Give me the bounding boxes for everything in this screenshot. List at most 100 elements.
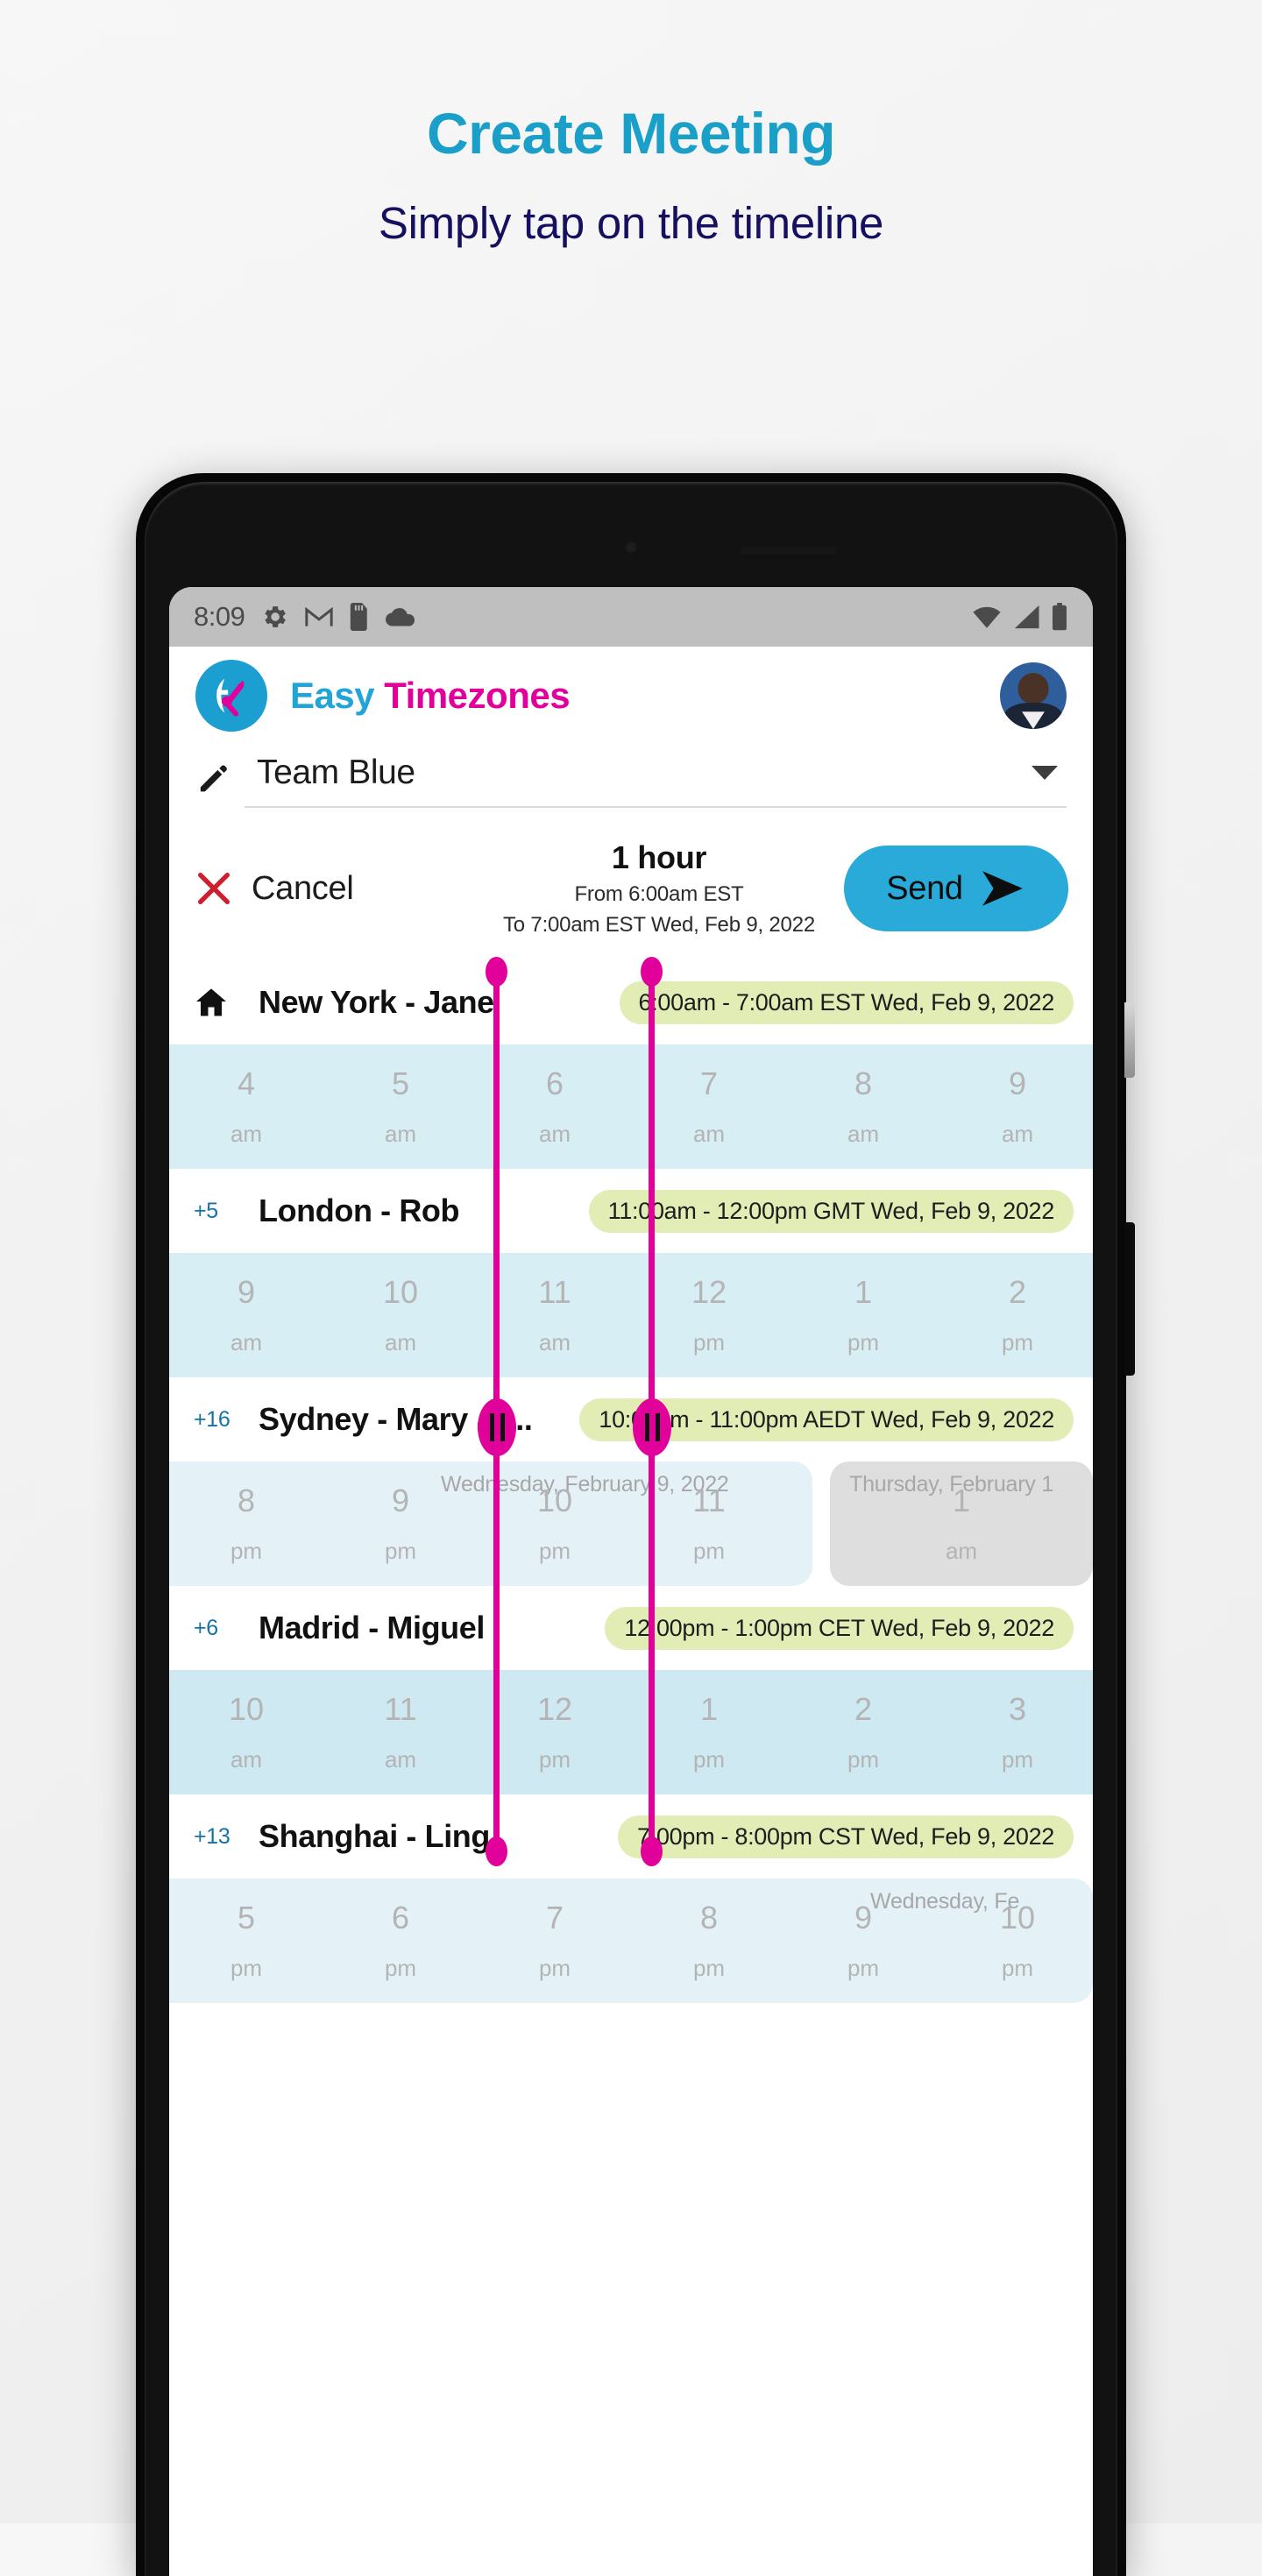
hour-cell[interactable]: 10 pm bbox=[478, 1461, 632, 1586]
hour-cell[interactable]: 12 pm bbox=[478, 1670, 632, 1794]
hours-row[interactable]: 9 am 10 am 11 am 12 pm 1 pm 2 pm bbox=[169, 1253, 1093, 1377]
brand-title: Easy Timezones bbox=[290, 675, 571, 717]
meeting-time-pill: 6:00am - 7:00am EST Wed, Feb 9, 2022 bbox=[619, 980, 1074, 1024]
hour-number: 10 bbox=[536, 1483, 573, 1518]
hour-cell[interactable]: 7 am bbox=[632, 1044, 786, 1169]
hour-ampm: am bbox=[230, 1746, 263, 1773]
hour-cell[interactable]: 8 pm bbox=[632, 1879, 786, 2003]
city-row-shanghai[interactable]: +13 Shanghai - Ling 7:00pm - 8:00pm CST … bbox=[169, 1794, 1093, 2003]
hour-number: 1 bbox=[854, 1274, 873, 1310]
utc-offset-badge: +5 bbox=[194, 1199, 259, 1224]
hour-ampm: am bbox=[384, 1121, 417, 1147]
hour-ampm: pm bbox=[847, 1329, 880, 1355]
hour-cell[interactable]: 6 am bbox=[478, 1044, 632, 1169]
hour-cell[interactable]: 10 am bbox=[169, 1670, 323, 1794]
hour-cell[interactable]: 9 am bbox=[940, 1044, 1093, 1169]
hour-cell[interactable]: 9 pm bbox=[323, 1461, 478, 1586]
hour-cell[interactable]: 11 am bbox=[323, 1670, 478, 1794]
city-name: Madrid - Miguel bbox=[259, 1610, 485, 1645]
utc-offset-badge: +13 bbox=[194, 1824, 259, 1850]
hour-ampm: am bbox=[692, 1121, 726, 1147]
pencil-icon[interactable] bbox=[195, 761, 234, 801]
hour-cell[interactable]: 10 pm bbox=[940, 1879, 1093, 2003]
city-row-london[interactable]: +5 London - Rob 11:00am - 12:00pm GMT We… bbox=[169, 1169, 1093, 1377]
hour-cell[interactable]: 10 am bbox=[323, 1253, 478, 1377]
sd-card-icon bbox=[351, 603, 368, 631]
hour-cell[interactable]: 2 pm bbox=[786, 1670, 940, 1794]
hour-cell[interactable]: 9 am bbox=[169, 1253, 323, 1377]
hour-ampm: am bbox=[847, 1121, 880, 1147]
hour-ampm: pm bbox=[847, 1746, 880, 1773]
hour-cell[interactable]: 8 pm bbox=[169, 1461, 323, 1586]
offset-value: +5 bbox=[194, 1198, 218, 1223]
status-bar-right bbox=[972, 603, 1068, 631]
hour-cell[interactable]: 11 am bbox=[478, 1253, 632, 1377]
team-selected-value: Team Blue bbox=[257, 754, 415, 791]
hour-cell[interactable]: 7 pm bbox=[478, 1879, 632, 2003]
hours-row[interactable]: 10 am 11 am 12 pm 1 pm 2 pm 3 pm bbox=[169, 1670, 1093, 1794]
brand-first-word: Easy bbox=[290, 675, 375, 716]
send-button[interactable]: Send bbox=[844, 846, 1068, 931]
hour-cell[interactable]: 1 am bbox=[830, 1461, 1093, 1586]
hour-cell[interactable]: 9 pm bbox=[786, 1879, 940, 2003]
day-segment-today: 9 am 10 am 11 am 12 pm 1 pm 2 pm bbox=[169, 1253, 1093, 1377]
hour-cell[interactable]: 2 pm bbox=[940, 1253, 1093, 1377]
duration-from: From 6:00am EST bbox=[574, 882, 744, 906]
hour-number: 2 bbox=[1008, 1274, 1027, 1310]
status-bar: 8:09 bbox=[169, 587, 1093, 647]
hour-number: 3 bbox=[1008, 1691, 1027, 1727]
hour-number: 10 bbox=[228, 1691, 265, 1727]
app-bar: Easy Timezones bbox=[169, 647, 1093, 745]
status-bar-left: 8:09 bbox=[194, 601, 972, 633]
power-button[interactable] bbox=[1124, 1002, 1135, 1078]
meeting-duration-summary: 1 hour From 6:00am EST To 7:00am EST Wed… bbox=[474, 839, 844, 938]
city-row-new-york[interactable]: New York - Jane 6:00am - 7:00am EST Wed,… bbox=[169, 960, 1093, 1169]
hours-row[interactable]: 4 am 5 am 6 am 7 am 8 am 9 am bbox=[169, 1044, 1093, 1169]
hour-number: 7 bbox=[699, 1065, 719, 1101]
hour-number: 12 bbox=[536, 1691, 573, 1727]
front-camera-icon bbox=[623, 540, 639, 555]
city-row-sydney[interactable]: +16 Sydney - Mary & ... 10:00pm - 11:00p… bbox=[169, 1377, 1093, 1586]
hour-cell[interactable]: 1 pm bbox=[786, 1253, 940, 1377]
hour-cell[interactable]: 11 pm bbox=[632, 1461, 786, 1586]
team-selector-row[interactable]: Team Blue bbox=[169, 745, 1093, 808]
city-header: +16 Sydney - Mary & ... 10:00pm - 11:00p… bbox=[169, 1377, 1093, 1461]
hour-ampm: am bbox=[384, 1746, 417, 1773]
brand-second-word: Timezones bbox=[384, 675, 571, 716]
day-segment-next-day: Thursday, February 1 1 am bbox=[830, 1461, 1093, 1586]
day-segment-today: Wednesday, Fe 5 pm 6 pm 7 pm 8 pm 9 pm 10 pm bbox=[169, 1879, 1093, 2003]
hour-cell[interactable]: 6 pm bbox=[323, 1879, 478, 2003]
hour-number: 9 bbox=[237, 1274, 256, 1310]
hour-cell[interactable]: 5 pm bbox=[169, 1879, 323, 2003]
chevron-down-icon[interactable] bbox=[1032, 766, 1058, 780]
hour-cell[interactable]: 1 pm bbox=[632, 1670, 786, 1794]
utc-offset-badge: +16 bbox=[194, 1407, 259, 1433]
hour-ampm: pm bbox=[847, 1955, 880, 1981]
timeline[interactable]: New York - Jane 6:00am - 7:00am EST Wed,… bbox=[169, 957, 1093, 2003]
hour-ampm: am bbox=[230, 1121, 263, 1147]
hour-cell[interactable]: 3 pm bbox=[940, 1670, 1093, 1794]
duration-value: 1 hour bbox=[611, 839, 707, 875]
team-select-field[interactable]: Team Blue bbox=[245, 754, 1067, 808]
hour-ampm: am bbox=[384, 1329, 417, 1355]
hour-cell[interactable]: 12 pm bbox=[632, 1253, 786, 1377]
hour-cell[interactable]: 4 am bbox=[169, 1044, 323, 1169]
volume-button[interactable] bbox=[1124, 1222, 1135, 1376]
hour-cell[interactable]: 5 am bbox=[323, 1044, 478, 1169]
avatar[interactable] bbox=[1000, 662, 1067, 729]
hour-cell[interactable]: 8 am bbox=[786, 1044, 940, 1169]
duration-to: To 7:00am EST Wed, Feb 9, 2022 bbox=[503, 913, 815, 937]
hours-row[interactable]: Wednesday, Fe 5 pm 6 pm 7 pm 8 pm 9 pm 10 pm bbox=[169, 1879, 1093, 2003]
hour-number: 5 bbox=[237, 1900, 256, 1936]
hours-row[interactable]: Wednesday, February 9, 2022 8 pm 9 pm 10 pm… bbox=[169, 1461, 1093, 1586]
offset-value: +16 bbox=[194, 1406, 230, 1432]
hour-ampm: pm bbox=[692, 1955, 726, 1981]
city-row-madrid[interactable]: +6 Madrid - Miguel 12:00pm - 1:00pm CET … bbox=[169, 1586, 1093, 1794]
hour-ampm: pm bbox=[692, 1746, 726, 1773]
hour-ampm: pm bbox=[1001, 1329, 1034, 1355]
hour-number: 6 bbox=[391, 1900, 410, 1936]
hour-ampm: pm bbox=[538, 1955, 571, 1981]
hour-number: 10 bbox=[382, 1274, 419, 1310]
hour-ampm: pm bbox=[692, 1329, 726, 1355]
cancel-button[interactable]: Cancel bbox=[194, 868, 474, 909]
